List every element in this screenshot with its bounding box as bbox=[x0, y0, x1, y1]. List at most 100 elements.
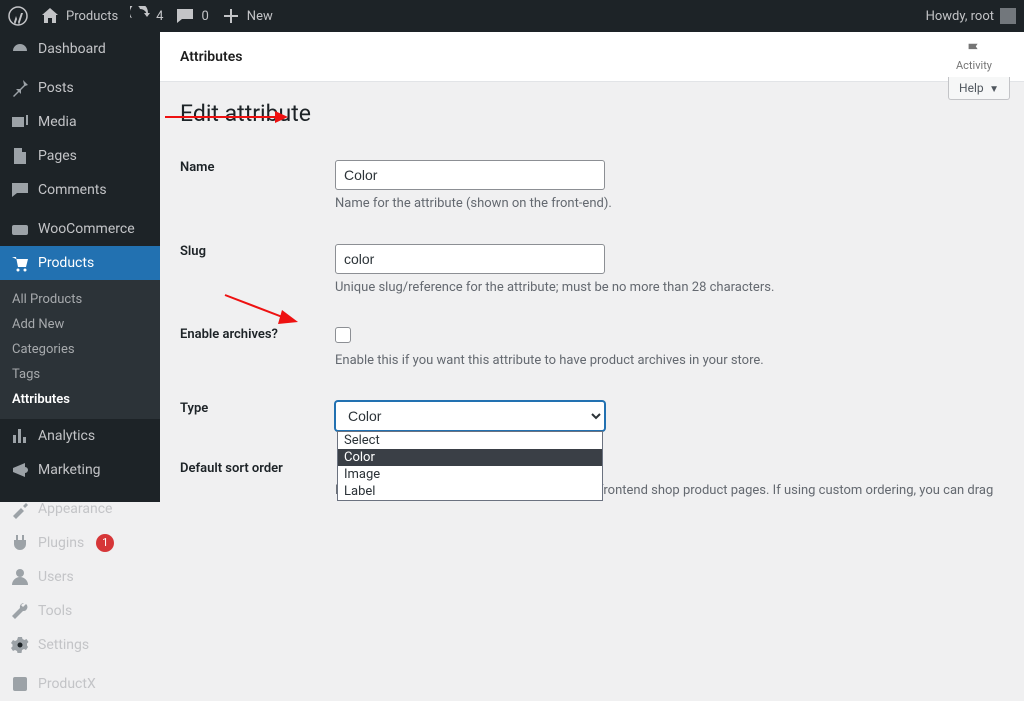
appearance-icon bbox=[10, 499, 30, 519]
name-field-description: Name for the attribute (shown on the fro… bbox=[335, 194, 994, 214]
sidebar-item-plugins[interactable]: Plugins 1 bbox=[0, 526, 160, 560]
sidebar-item-label: Posts bbox=[38, 80, 74, 96]
pin-icon bbox=[10, 78, 30, 98]
sidebar-item-media[interactable]: Media bbox=[0, 105, 160, 139]
woo-header-strip: Attributes Activity bbox=[160, 32, 1024, 82]
type-option-image[interactable]: Image bbox=[338, 466, 602, 483]
help-label: Help bbox=[959, 81, 984, 95]
sidebar-item-woocommerce[interactable]: WooCommerce bbox=[0, 212, 160, 246]
slug-field-label: Slug bbox=[180, 244, 206, 259]
sidebar-item-label: Appearance bbox=[38, 501, 112, 517]
activity-label: Activity bbox=[956, 59, 992, 72]
attribute-slug-input[interactable] bbox=[335, 244, 605, 274]
tools-icon bbox=[10, 601, 30, 621]
wp-logo[interactable] bbox=[8, 6, 28, 26]
sidebar-item-tools[interactable]: Tools bbox=[0, 594, 160, 628]
sidebar-item-label: Products bbox=[38, 255, 94, 271]
type-option-color[interactable]: Color bbox=[338, 449, 602, 466]
submenu-all-products[interactable]: All Products bbox=[0, 287, 160, 312]
slug-field-description: Unique slug/reference for the attribute;… bbox=[335, 278, 994, 298]
admin-toolbar: Products 4 0 New Howdy, root bbox=[0, 0, 1024, 32]
submenu-label: Add New bbox=[12, 317, 64, 332]
users-icon bbox=[10, 567, 30, 587]
sidebar-item-label: Settings bbox=[38, 637, 89, 653]
sidebar-item-pages[interactable]: Pages bbox=[0, 139, 160, 173]
howdy-text: Howdy, root bbox=[926, 9, 994, 24]
type-option-select[interactable]: Select bbox=[338, 432, 602, 449]
plugin-icon bbox=[10, 533, 30, 553]
sidebar-item-posts[interactable]: Posts bbox=[0, 71, 160, 105]
submenu-label: Attributes bbox=[12, 392, 70, 407]
sidebar-item-label: ProductX bbox=[38, 676, 96, 692]
sidebar-item-label: Analytics bbox=[38, 428, 95, 444]
page-icon bbox=[10, 146, 30, 166]
sidebar-item-products[interactable]: Products bbox=[0, 246, 160, 280]
new-content-link[interactable]: New bbox=[221, 6, 273, 26]
avatar bbox=[1000, 8, 1016, 24]
sidebar-item-users[interactable]: Users bbox=[0, 560, 160, 594]
enable-archives-checkbox[interactable] bbox=[335, 327, 351, 343]
woo-icon bbox=[10, 219, 30, 239]
sidebar-item-analytics[interactable]: Analytics bbox=[0, 419, 160, 453]
site-name-label: Products bbox=[66, 9, 118, 24]
account-link[interactable]: Howdy, root bbox=[926, 8, 1016, 24]
updates-link[interactable]: 4 bbox=[130, 6, 163, 26]
sidebar-item-marketing[interactable]: Marketing bbox=[0, 453, 160, 487]
type-field-label: Type bbox=[180, 401, 208, 416]
admin-sidebar: Dashboard Posts Media Pages Comments Woo… bbox=[0, 32, 160, 502]
updates-count: 4 bbox=[156, 9, 163, 24]
media-icon bbox=[10, 112, 30, 132]
sort-field-label: Default sort order bbox=[180, 461, 283, 476]
plugins-update-badge: 1 bbox=[96, 534, 114, 552]
type-option-label[interactable]: Label bbox=[338, 483, 602, 500]
sidebar-item-label: Comments bbox=[38, 182, 107, 198]
submenu-attributes[interactable]: Attributes bbox=[0, 387, 160, 412]
main-content: Attributes Activity Help ▼ Edit attribut… bbox=[160, 32, 1024, 502]
submenu-label: Tags bbox=[12, 367, 40, 382]
sidebar-item-dashboard[interactable]: Dashboard bbox=[0, 32, 160, 66]
sidebar-item-label: WooCommerce bbox=[38, 221, 135, 237]
archives-field-description: Enable this if you want this attribute t… bbox=[335, 351, 994, 371]
sidebar-item-productx[interactable]: ProductX bbox=[0, 667, 160, 701]
settings-icon bbox=[10, 635, 30, 655]
products-icon bbox=[10, 253, 30, 273]
sidebar-item-label: Tools bbox=[38, 603, 72, 619]
attribute-name-input[interactable] bbox=[335, 160, 605, 190]
analytics-icon bbox=[10, 426, 30, 446]
activity-panel-toggle[interactable]: Activity bbox=[944, 41, 1004, 72]
sidebar-item-label: Pages bbox=[38, 148, 77, 164]
comments-link[interactable]: 0 bbox=[175, 6, 208, 26]
sidebar-item-label: Dashboard bbox=[38, 41, 106, 57]
help-tab[interactable]: Help ▼ bbox=[948, 77, 1010, 100]
sidebar-item-appearance[interactable]: Appearance bbox=[0, 492, 160, 526]
sidebar-item-settings[interactable]: Settings bbox=[0, 628, 160, 662]
dashboard-icon bbox=[10, 39, 30, 59]
flag-icon bbox=[965, 41, 983, 59]
page-title: Edit attribute bbox=[180, 100, 1004, 127]
sidebar-item-label: Plugins bbox=[38, 535, 84, 551]
home-icon bbox=[40, 6, 60, 26]
site-name-link[interactable]: Products bbox=[40, 6, 118, 26]
sidebar-item-label: Media bbox=[38, 114, 77, 130]
submenu-label: All Products bbox=[12, 292, 82, 307]
update-icon bbox=[130, 6, 150, 26]
attribute-type-select[interactable]: Color bbox=[335, 401, 605, 431]
submenu-categories[interactable]: Categories bbox=[0, 337, 160, 362]
chevron-down-icon: ▼ bbox=[987, 84, 999, 95]
type-dropdown-list: Select Color Image Label bbox=[337, 431, 603, 501]
marketing-icon bbox=[10, 460, 30, 480]
productx-icon bbox=[10, 674, 30, 694]
sidebar-item-label: Marketing bbox=[38, 462, 101, 478]
submenu-tags[interactable]: Tags bbox=[0, 362, 160, 387]
submenu-add-new[interactable]: Add New bbox=[0, 312, 160, 337]
attribute-form: Name Name for the attribute (shown on th… bbox=[180, 145, 1004, 502]
new-label: New bbox=[247, 9, 273, 24]
strip-title: Attributes bbox=[180, 49, 242, 65]
comment-icon bbox=[10, 180, 30, 200]
sidebar-item-label: Users bbox=[38, 569, 74, 585]
products-submenu: All Products Add New Categories Tags Att… bbox=[0, 280, 160, 419]
archives-field-label: Enable archives? bbox=[180, 327, 278, 342]
plus-icon bbox=[221, 6, 241, 26]
sidebar-item-comments[interactable]: Comments bbox=[0, 173, 160, 207]
comments-count: 0 bbox=[201, 9, 208, 24]
